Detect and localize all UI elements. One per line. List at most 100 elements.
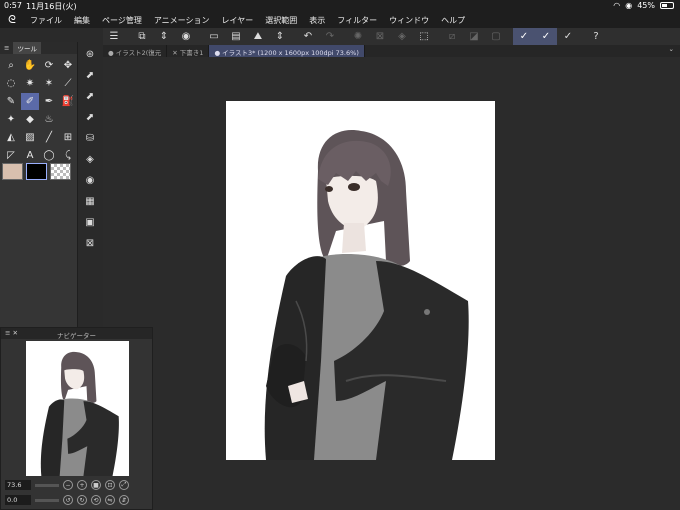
menu-help[interactable]: ヘルプ: [435, 15, 471, 26]
help-icon[interactable]: ?: [585, 28, 607, 45]
magic-wand-tool-icon[interactable]: ✷: [21, 75, 39, 92]
tab-draft1[interactable]: ✕ 下書き1: [167, 45, 210, 57]
open-folder-icon[interactable]: ▤: [225, 28, 247, 45]
flip-horizontal-icon[interactable]: ⇋: [105, 495, 115, 505]
layer-property-icon[interactable]: ▣: [82, 214, 98, 230]
battery-percent: 45%: [637, 1, 655, 10]
figure-tool-icon[interactable]: ╱: [40, 129, 58, 146]
quick-access-icon[interactable]: ⊠: [82, 235, 98, 251]
deselect-icon[interactable]: ⧄: [441, 28, 463, 45]
save-options-icon[interactable]: ⇕: [269, 28, 291, 45]
auto-select-tool-icon[interactable]: ✶: [40, 75, 58, 92]
flip-vertical-icon[interactable]: ⇵: [119, 495, 129, 505]
text-tool-icon[interactable]: A: [21, 147, 39, 164]
sub-tool-icon[interactable]: ⬈: [82, 67, 98, 83]
menu-layer[interactable]: レイヤー: [216, 15, 260, 26]
eyedropper-tool-icon[interactable]: ⟋: [59, 75, 77, 92]
color-set-icon[interactable]: ⛁: [82, 130, 98, 146]
undo-icon[interactable]: ↶: [297, 28, 319, 45]
panel-menu-icon[interactable]: ≡: [4, 44, 9, 52]
save-icon[interactable]: ⛰: [247, 28, 269, 45]
menu-bar: ᘓ ファイル 編集 ページ管理 アニメーション レイヤー 選択範囲 表示 フィル…: [0, 12, 680, 28]
menu-edit[interactable]: 編集: [68, 15, 96, 26]
frame-tool-icon[interactable]: ⊞: [59, 129, 77, 146]
navigator-icon[interactable]: ⊛: [82, 46, 98, 62]
zoom-tool-icon[interactable]: ⌕: [2, 57, 20, 74]
snap-grid-icon[interactable]: ✓: [557, 28, 579, 45]
material-icon[interactable]: ▦: [82, 193, 98, 209]
color-history-icon[interactable]: ◉: [82, 172, 98, 188]
transform-icon[interactable]: ⬚: [413, 28, 435, 45]
transparent-color-swatch[interactable]: [50, 163, 71, 180]
gradient-tool-icon[interactable]: ▨: [21, 129, 39, 146]
snap-ruler-icon[interactable]: ✓: [513, 28, 535, 45]
move-tool-icon[interactable]: ✥: [59, 57, 77, 74]
tool-grid: ⌕ ✋ ⟳ ✥ ◌ ✷ ✶ ⟋ ✎ ✐ ✒ ⛽ ✦ ◆ ♨ ◭ ▨ ╱ ⊞ ◸ A ◯ ⤹: [0, 54, 77, 167]
menu-filter[interactable]: フィルター: [331, 15, 383, 26]
wifi-icon: ◠: [613, 1, 621, 10]
menu-page[interactable]: ページ管理: [96, 15, 148, 26]
document-tabs: ● イラスト2(復元 ✕ 下書き1 ● イラスト3* (1200 x 1600p…: [103, 45, 680, 57]
rotate-value[interactable]: 0.0: [5, 495, 31, 505]
drawing-canvas[interactable]: [226, 101, 495, 460]
tool-panel-header: ≡ ツール: [0, 42, 77, 54]
tab-illust3[interactable]: ● イラスト3* (1200 x 1600px 100dpi 73.6%): [209, 45, 365, 57]
fill-tool-icon[interactable]: ◭: [2, 129, 20, 146]
rotate-control-row: 0.0 ↺ ↻ ⟲ ⇋ ⇵: [5, 494, 129, 506]
rotate-left-icon[interactable]: ↺: [63, 495, 73, 505]
lasso-tool-icon[interactable]: ◌: [2, 75, 20, 92]
brush-size-icon[interactable]: ⬈: [82, 109, 98, 125]
navigator-preview[interactable]: [26, 341, 129, 476]
eraser-tool-icon[interactable]: ◆: [21, 111, 39, 128]
selection-border-icon[interactable]: ▢: [485, 28, 507, 45]
blend-tool-icon[interactable]: ♨: [40, 111, 58, 128]
illustration: [264, 130, 469, 460]
menu-selection[interactable]: 選択範囲: [259, 15, 303, 26]
fit-icon[interactable]: ■: [91, 480, 101, 490]
fill-icon[interactable]: ◈: [391, 28, 413, 45]
clear-icon[interactable]: ⊠: [369, 28, 391, 45]
zoom-slider[interactable]: [35, 483, 59, 487]
chevron-down-icon[interactable]: ⌄: [663, 45, 680, 57]
redo-icon[interactable]: ↷: [319, 28, 341, 45]
menu-window[interactable]: ウィンドウ: [383, 15, 435, 26]
record-icon[interactable]: ◉: [175, 28, 197, 45]
tool-panel-tab[interactable]: ツール: [13, 42, 41, 54]
menu-file[interactable]: ファイル: [24, 15, 68, 26]
menu-view[interactable]: 表示: [303, 15, 331, 26]
airbrush-tool-icon[interactable]: ⛽: [59, 93, 77, 110]
sub-color-swatch[interactable]: [26, 163, 47, 180]
rotate-tool-icon[interactable]: ⟳: [40, 57, 58, 74]
tool-property-icon[interactable]: ⬈: [82, 88, 98, 104]
app-logo-icon[interactable]: ᘓ: [0, 13, 24, 27]
snap-special-icon[interactable]: ✓: [535, 28, 557, 45]
actual-size-icon[interactable]: ⊡: [105, 480, 115, 490]
invert-icon[interactable]: ◪: [463, 28, 485, 45]
zoom-in-icon[interactable]: +: [77, 480, 87, 490]
pencil-tool-icon[interactable]: ✐: [21, 93, 39, 110]
correct-line-tool-icon[interactable]: ⤹: [59, 147, 77, 164]
tab-illust2[interactable]: ● イラスト2(復元: [103, 45, 168, 57]
menu-animation[interactable]: アニメーション: [148, 15, 216, 26]
rotate-right-icon[interactable]: ↻: [77, 495, 87, 505]
brush-tool-icon[interactable]: ✒: [40, 93, 58, 110]
reset-rotation-icon[interactable]: ⟲: [91, 495, 101, 505]
rotate-slider[interactable]: [35, 498, 59, 502]
zoom-value[interactable]: 73.6: [5, 480, 31, 490]
layer-icon[interactable]: ◈: [82, 151, 98, 167]
zoom-out-icon[interactable]: −: [63, 480, 73, 490]
menu-icon[interactable]: ☰: [103, 28, 125, 45]
loading-icon[interactable]: ✺: [347, 28, 369, 45]
empty-slot: [59, 111, 77, 128]
decoration-tool-icon[interactable]: ✦: [2, 111, 20, 128]
main-color-swatch[interactable]: [2, 163, 23, 180]
pen-tool-icon[interactable]: ✎: [2, 93, 20, 110]
ruler-tool-icon[interactable]: ◸: [2, 147, 20, 164]
hand-tool-icon[interactable]: ✋: [21, 57, 39, 74]
color-swatches: [2, 163, 71, 180]
sort-icon[interactable]: ⇕: [153, 28, 175, 45]
fit-window-icon[interactable]: ⤢: [119, 480, 129, 490]
balloon-tool-icon[interactable]: ◯: [40, 147, 58, 164]
new-canvas-icon[interactable]: ⧉: [131, 28, 153, 45]
new-file-icon[interactable]: ▭: [203, 28, 225, 45]
